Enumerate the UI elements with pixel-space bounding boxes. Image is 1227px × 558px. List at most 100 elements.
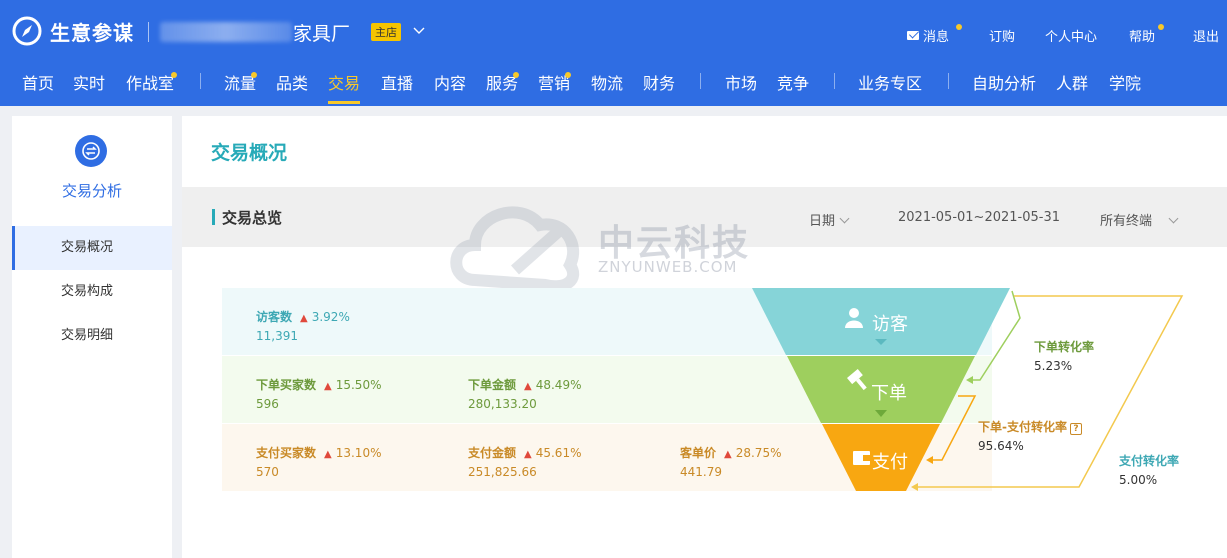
nav-item-finance[interactable]: 财务 (643, 70, 675, 104)
notification-dot (171, 72, 177, 78)
stage-label-visit: 访客 (872, 314, 908, 335)
brand-title[interactable]: 生意参谋 (50, 17, 134, 46)
chevron-down-icon[interactable] (413, 24, 425, 36)
subscribe-link[interactable]: 订购 (989, 26, 1015, 45)
metric-change: 13.10% (335, 446, 382, 460)
main-nav: 首页 实时 作战室 流量 品类 交易 直播 内容 服务 营销 物流 财务 市场 … (0, 66, 1227, 106)
rate-name: 下单转化率 (1034, 340, 1095, 354)
arrow-up-icon: ▲ (324, 381, 332, 392)
rate-value: 95.64% (978, 439, 1024, 453)
nav-item-trade[interactable]: 交易 (328, 70, 361, 104)
shop-name[interactable]: 家具厂 (293, 19, 350, 46)
metric-change: 45.61% (535, 446, 582, 460)
stage-label-pay: 支付 (872, 452, 908, 473)
chevron-down-icon (1168, 213, 1179, 224)
sidebar-title: 交易分析 (61, 182, 122, 200)
nav-item-content[interactable]: 内容 (434, 70, 466, 104)
nav-item-competition[interactable]: 竞争 (777, 70, 809, 104)
arrow-head (966, 376, 973, 384)
nav-item-academy[interactable]: 学院 (1109, 70, 1141, 104)
nav-item-market[interactable]: 市场 (725, 70, 757, 104)
nav-item-category[interactable]: 品类 (276, 70, 308, 104)
metric-value: 596 (256, 397, 279, 411)
order-pay-conversion-rate: 下单-支付转化率? 95.64% (978, 418, 1082, 453)
notification-dot (956, 24, 962, 30)
section-marker (212, 209, 215, 225)
rate-value: 5.00% (1119, 473, 1158, 487)
sidebar-item-overview[interactable]: 交易概况 (12, 226, 172, 270)
nav-item-war-room[interactable]: 作战室 (126, 70, 177, 104)
stage-label-order: 下单 (871, 383, 907, 404)
nav-divider (948, 73, 949, 89)
metric-value: 11,391 (256, 329, 298, 343)
metric-pay-buyers: 支付买家数 ▲ 13.10% 570 (256, 442, 381, 479)
nav-divider (200, 73, 201, 89)
sidebar-item-composition[interactable]: 交易构成 (12, 270, 172, 314)
nav-item-logistics[interactable]: 物流 (591, 70, 623, 104)
order-conversion-rate: 下单转化率 5.23% (1034, 338, 1094, 373)
nav-divider (700, 73, 701, 89)
notification-dot (1158, 24, 1164, 30)
sidebar: 交易分析 交易概况 交易构成 交易明细 (12, 116, 172, 558)
metric-value: 280,133.20 (468, 397, 537, 411)
metric-value: 570 (256, 465, 279, 479)
page-title: 交易概况 (211, 142, 288, 164)
notification-dot (565, 72, 571, 78)
section-title: 交易总览 (222, 209, 283, 227)
cloud-watermark-icon (450, 206, 580, 293)
arrow-up-icon: ▲ (524, 381, 532, 392)
arrow-up-icon: ▲ (524, 449, 532, 460)
chevron-down-icon (839, 213, 850, 224)
nav-item-realtime[interactable]: 实时 (73, 70, 105, 104)
metric-label: 支付买家数 (256, 446, 317, 460)
personal-center-link[interactable]: 个人中心 (1045, 26, 1097, 45)
arrow-up-icon: ▲ (724, 449, 732, 460)
nav-divider (834, 73, 835, 89)
rate-value: 5.23% (1034, 359, 1073, 373)
nav-item-live[interactable]: 直播 (381, 70, 413, 104)
metric-value: 251,825.66 (468, 465, 537, 479)
metric-pay-amount: 支付金额 ▲ 45.61% 251,825.66 (468, 442, 581, 479)
messages-link[interactable]: 消息 (907, 24, 962, 45)
help-link[interactable]: 帮助 (1129, 24, 1164, 45)
arrow-up-icon: ▲ (300, 313, 308, 324)
brand-divider (148, 22, 149, 42)
date-filter-dropdown[interactable]: 日期 (809, 210, 850, 229)
notification-dot (251, 72, 257, 78)
logout-link[interactable]: 退出 (1193, 26, 1219, 45)
main-shop-badge: 主店 (371, 23, 401, 41)
nav-item-business-zone[interactable]: 业务专区 (858, 70, 922, 104)
arrow-head (926, 456, 933, 464)
pay-conversion-rate: 支付转化率 5.00% (1119, 452, 1179, 487)
shop-name-redacted (160, 22, 292, 42)
metric-label: 客单价 (680, 446, 717, 460)
sidebar-item-detail[interactable]: 交易明细 (12, 314, 172, 358)
rate-name: 下单-支付转化率 (978, 420, 1067, 434)
nav-item-self-analysis[interactable]: 自助分析 (972, 70, 1036, 104)
nav-item-crowd[interactable]: 人群 (1056, 70, 1088, 104)
metric-visitors: 访客数 ▲ 3.92% 11,391 (256, 306, 350, 343)
help-question-icon[interactable]: ? (1069, 423, 1082, 435)
metric-change: 15.50% (335, 378, 382, 392)
nav-item-service[interactable]: 服务 (486, 70, 519, 104)
trade-analysis-icon (75, 135, 107, 167)
metric-label: 下单买家数 (256, 378, 317, 392)
metric-change: 48.49% (535, 378, 582, 392)
nav-item-marketing[interactable]: 营销 (538, 70, 571, 104)
top-header: 生意参谋 家具厂 主店 消息 订购 个人中心 帮助 退出 首页 实时 作战室 流… (0, 0, 1227, 106)
metric-order-buyers: 下单买家数 ▲ 15.50% 596 (256, 374, 381, 411)
nav-item-home[interactable]: 首页 (22, 70, 54, 104)
compass-logo-icon[interactable] (12, 16, 42, 46)
notification-dot (513, 72, 519, 78)
arrow-head (911, 483, 918, 491)
device-filter-dropdown[interactable]: 所有终端 (1100, 210, 1179, 229)
mail-icon (907, 31, 919, 40)
nav-item-traffic[interactable]: 流量 (224, 70, 257, 104)
wallet-icon (853, 451, 870, 465)
date-range-value[interactable]: 2021-05-01~2021-05-31 (898, 210, 1060, 225)
metric-label: 支付金额 (468, 446, 517, 460)
arrow-up-icon: ▲ (324, 449, 332, 460)
watermark-site: ZNYUNWEB.COM (598, 258, 738, 276)
rate-name: 支付转化率 (1119, 454, 1180, 468)
metric-order-amount: 下单金额 ▲ 48.49% 280,133.20 (468, 374, 581, 411)
